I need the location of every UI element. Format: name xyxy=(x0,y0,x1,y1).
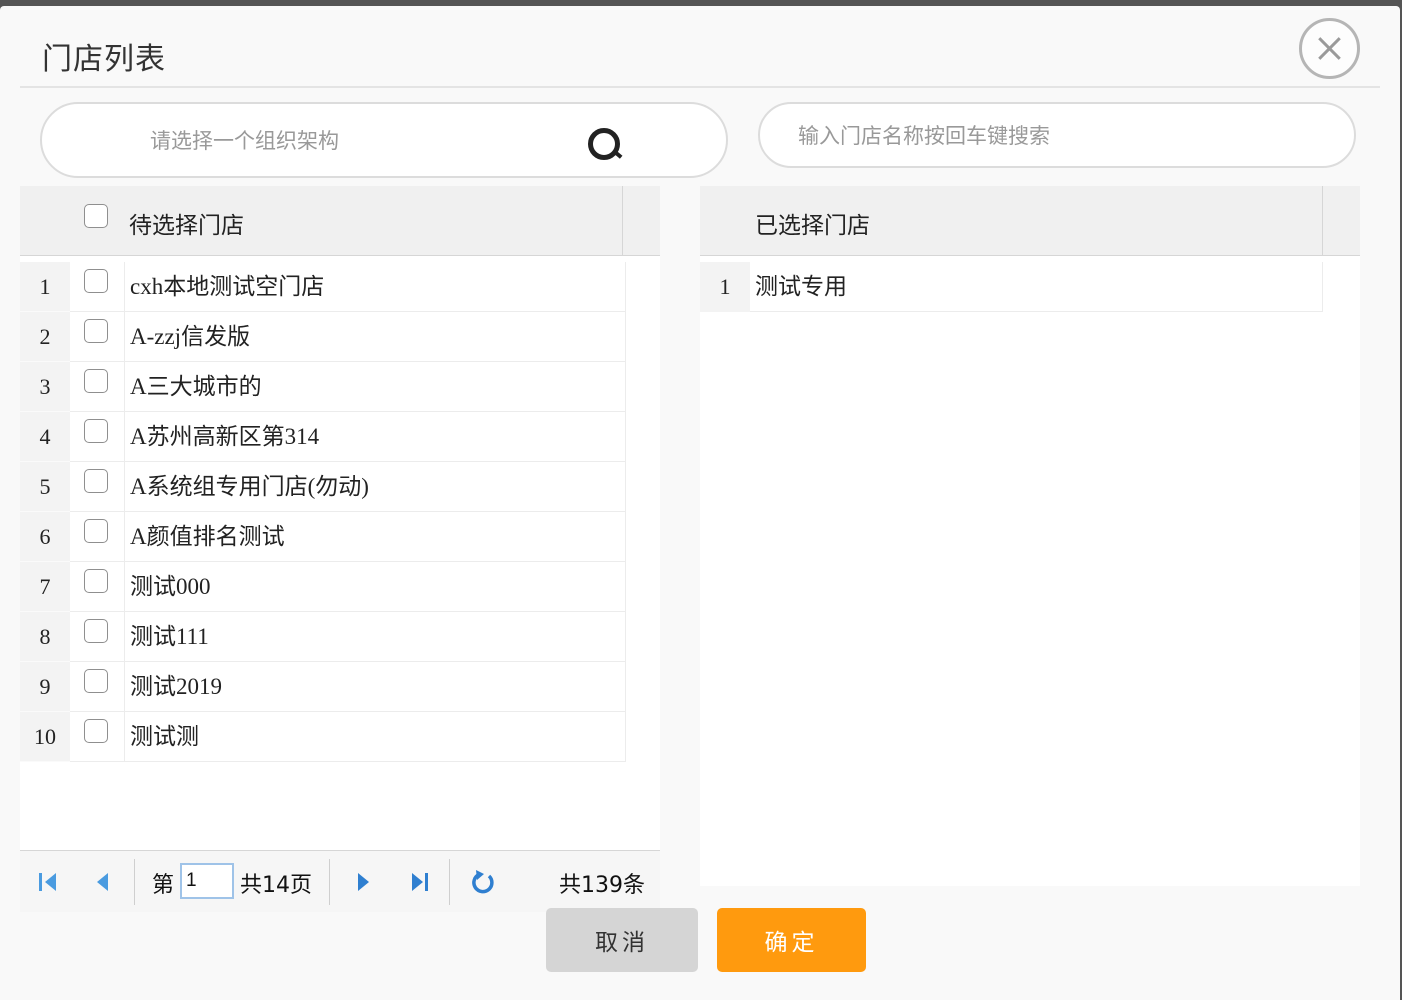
column-divider xyxy=(1322,186,1323,256)
store-name: cxh本地测试空门店 xyxy=(125,262,626,312)
row-number: 2 xyxy=(20,312,70,362)
checkbox-cell xyxy=(70,662,125,712)
row-checkbox[interactable] xyxy=(84,419,108,443)
search-icon[interactable] xyxy=(588,128,628,164)
row-number: 10 xyxy=(20,712,70,762)
table-row[interactable]: 1 cxh本地测试空门店 xyxy=(20,262,626,312)
store-search-input[interactable] xyxy=(798,119,1318,153)
table-row[interactable]: 9 测试2019 xyxy=(20,662,626,712)
row-checkbox[interactable] xyxy=(84,269,108,293)
row-checkbox[interactable] xyxy=(84,669,108,693)
last-page-icon[interactable] xyxy=(404,868,434,896)
table-row[interactable]: 10 测试测 xyxy=(20,712,626,762)
pagination-bar: 第 共14页 共139条 xyxy=(20,850,660,912)
available-stores-grid: 待选择门店 1 cxh本地测试空门店 2 A-zzj信发版 3 A三大城市的 4 A苏州高新区… xyxy=(20,186,660,912)
selected-header-label: 已选择门店 xyxy=(755,213,870,239)
available-grid-header: 待选择门店 xyxy=(20,186,660,256)
store-search-box[interactable] xyxy=(758,102,1356,168)
table-row[interactable]: 6 A颜值排名测试 xyxy=(20,512,626,562)
row-number: 4 xyxy=(20,412,70,462)
table-row[interactable]: 7 测试000 xyxy=(20,562,626,612)
store-name: 测试111 xyxy=(125,612,626,662)
refresh-icon[interactable] xyxy=(468,868,498,896)
store-name: 测试2019 xyxy=(125,662,626,712)
table-row[interactable]: 2 A-zzj信发版 xyxy=(20,312,626,362)
row-number: 8 xyxy=(20,612,70,662)
store-name: A苏州高新区第314 xyxy=(125,412,626,462)
selected-stores-grid: 已选择门店 1 测试专用 xyxy=(700,186,1360,886)
close-icon[interactable] xyxy=(1299,18,1360,79)
pager-divider xyxy=(329,859,330,905)
title-divider xyxy=(20,86,1380,88)
row-checkbox[interactable] xyxy=(84,619,108,643)
row-number: 1 xyxy=(20,262,70,312)
checkbox-cell xyxy=(70,462,125,512)
total-records: 共139条 xyxy=(559,873,645,898)
first-page-icon[interactable] xyxy=(36,868,66,896)
confirm-button[interactable]: 确定 xyxy=(717,908,866,972)
store-name: A-zzj信发版 xyxy=(125,312,626,362)
store-name: 测试000 xyxy=(125,562,626,612)
row-checkbox[interactable] xyxy=(84,719,108,743)
store-name: A系统组专用门店(勿动) xyxy=(125,462,626,512)
checkbox-cell xyxy=(70,512,125,562)
row-number: 7 xyxy=(20,562,70,612)
row-number: 9 xyxy=(20,662,70,712)
checkbox-cell xyxy=(70,562,125,612)
row-number: 3 xyxy=(20,362,70,412)
checkbox-cell xyxy=(70,312,125,362)
total-pages: 共14页 xyxy=(240,873,312,898)
prev-page-icon[interactable] xyxy=(88,868,118,896)
row-checkbox[interactable] xyxy=(84,519,108,543)
store-name: A颜值排名测试 xyxy=(125,512,626,562)
table-row[interactable]: 5 A系统组专用门店(勿动) xyxy=(20,462,626,512)
store-name: A三大城市的 xyxy=(125,362,626,412)
checkbox-cell xyxy=(70,262,125,312)
row-number: 1 xyxy=(700,262,750,312)
org-search-box[interactable] xyxy=(40,102,728,178)
next-page-icon[interactable] xyxy=(348,868,378,896)
page-number-input[interactable] xyxy=(180,863,234,899)
dialog-title: 门店列表 xyxy=(42,42,166,77)
row-checkbox[interactable] xyxy=(84,469,108,493)
checkbox-cell xyxy=(70,412,125,462)
checkbox-cell xyxy=(70,712,125,762)
selected-row[interactable]: 1 测试专用 xyxy=(700,262,1323,312)
checkbox-cell xyxy=(70,612,125,662)
available-header-label: 待选择门店 xyxy=(129,213,244,239)
select-all-checkbox[interactable] xyxy=(84,204,108,228)
pager-divider xyxy=(134,859,135,905)
table-row[interactable]: 8 测试111 xyxy=(20,612,626,662)
selected-grid-header: 已选择门店 xyxy=(700,186,1360,256)
table-row[interactable]: 3 A三大城市的 xyxy=(20,362,626,412)
org-select-input[interactable] xyxy=(150,124,570,158)
row-checkbox[interactable] xyxy=(84,569,108,593)
pager-divider xyxy=(449,859,450,905)
row-checkbox[interactable] xyxy=(84,369,108,393)
row-checkbox[interactable] xyxy=(84,319,108,343)
store-name: 测试测 xyxy=(125,712,626,762)
row-number: 5 xyxy=(20,462,70,512)
store-name: 测试专用 xyxy=(750,262,1323,312)
page-prefix: 第 xyxy=(152,873,175,898)
row-number: 6 xyxy=(20,512,70,562)
cancel-button[interactable]: 取消 xyxy=(546,908,698,972)
checkbox-cell xyxy=(70,362,125,412)
column-divider xyxy=(622,186,623,256)
table-row[interactable]: 4 A苏州高新区第314 xyxy=(20,412,626,462)
